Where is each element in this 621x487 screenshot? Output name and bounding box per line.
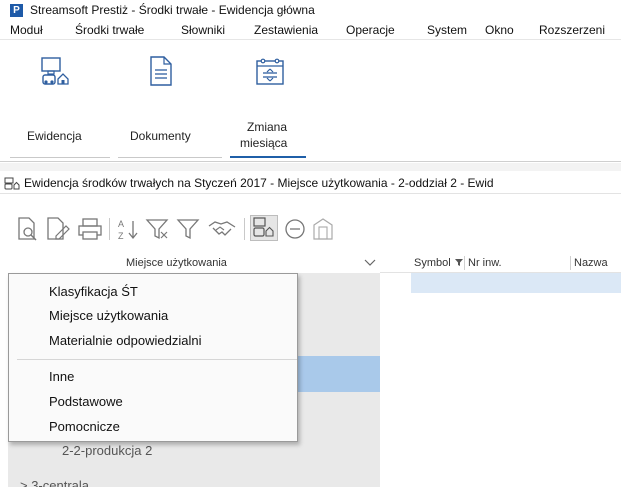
print-icon[interactable] bbox=[77, 217, 103, 241]
column-separator bbox=[464, 256, 465, 270]
title-bar: P Streamsoft Prestiż - Środki trwałe - E… bbox=[0, 0, 621, 20]
app-logo: P bbox=[10, 4, 23, 17]
svg-text:A: A bbox=[118, 219, 124, 229]
toolbar-separator bbox=[244, 218, 245, 240]
document-icon bbox=[150, 56, 172, 86]
ribbon-separator bbox=[10, 157, 110, 158]
asset-location-icon bbox=[41, 57, 69, 85]
filter-icon[interactable] bbox=[176, 217, 200, 241]
left-panel-header-label: Miejsce użytkowania bbox=[126, 257, 227, 269]
menu-item-slowniki[interactable]: Słowniki bbox=[181, 23, 225, 37]
ribbon-active-indicator bbox=[230, 156, 306, 158]
menu-item-miejsce-uzytkowania[interactable]: Miejsce użytkowania bbox=[49, 308, 168, 323]
separator-band bbox=[0, 163, 621, 171]
calendar-change-icon bbox=[256, 58, 284, 85]
ribbon-separator bbox=[118, 157, 222, 158]
ribbon-label-dokumenty: Dokumenty bbox=[130, 129, 191, 143]
asset-location-icon bbox=[4, 177, 20, 190]
tree-item[interactable]: > 3-centrala bbox=[20, 478, 89, 487]
menu-item-system[interactable]: System bbox=[427, 23, 467, 37]
menu-item-pomocnicze[interactable]: Pomocnicze bbox=[49, 419, 120, 434]
column-separator bbox=[570, 256, 571, 270]
menu-item-zestawienia[interactable]: Zestawienia bbox=[254, 23, 318, 37]
ribbon-label-zmiana: Zmiana bbox=[247, 120, 288, 134]
menu-item-modul[interactable]: Moduł bbox=[10, 23, 43, 37]
grid-header: Symbol Nr inw. Nazwa bbox=[380, 253, 621, 273]
toolbar-separator bbox=[109, 218, 110, 240]
window-title: Streamsoft Prestiż - Środki trwałe - Ewi… bbox=[30, 3, 315, 17]
document-tab-title: Ewidencja środków trwałych na Styczeń 20… bbox=[24, 176, 494, 190]
ribbon: Ewidencja Dokumenty Zmiana miesiąca bbox=[0, 40, 621, 162]
ribbon-label-miesiaca: miesiąca bbox=[240, 136, 288, 150]
menu-item-inne[interactable]: Inne bbox=[49, 369, 74, 384]
menu-item-materialnie-odpowiedzialni[interactable]: Materialnie odpowiedzialni bbox=[49, 333, 201, 348]
context-menu: Klasyfikacja ŚT Miejsce użytkowania Mate… bbox=[8, 273, 298, 442]
menu-item-rozszerzenia[interactable]: Rozszerzeni bbox=[539, 23, 605, 37]
tree-item[interactable]: 2-2-produkcja 2 bbox=[62, 443, 152, 458]
menu-item-operacje[interactable]: Operacje bbox=[346, 23, 395, 37]
table-row[interactable] bbox=[411, 273, 621, 293]
column-header-nazwa[interactable]: Nazwa bbox=[574, 257, 608, 269]
sort-az-icon[interactable]: A Z bbox=[116, 217, 140, 241]
left-panel-header[interactable]: Miejsce użytkowania bbox=[8, 253, 380, 273]
ribbon-label-ewidencja: Ewidencja bbox=[27, 129, 82, 143]
preview-icon[interactable] bbox=[17, 217, 39, 241]
document-tab[interactable]: Ewidencja środków trwałych na Styczeń 20… bbox=[0, 172, 621, 194]
filter-clear-icon[interactable] bbox=[145, 217, 171, 241]
menu-item-okno[interactable]: Okno bbox=[485, 23, 514, 37]
svg-text:Z: Z bbox=[118, 231, 124, 241]
menu-item-podstawowe[interactable]: Podstawowe bbox=[49, 394, 123, 409]
asset-location-icon[interactable] bbox=[250, 215, 278, 241]
menu-bar: Moduł Środki trwałe Słowniki Zestawienia… bbox=[0, 20, 621, 40]
minus-circle-icon[interactable] bbox=[283, 217, 307, 241]
menu-separator bbox=[17, 359, 297, 360]
handshake-icon[interactable] bbox=[207, 217, 237, 241]
menu-item-srodki-trwale[interactable]: Środki trwałe bbox=[75, 23, 144, 37]
column-header-symbol[interactable]: Symbol bbox=[414, 257, 451, 269]
filter-icon[interactable] bbox=[455, 258, 463, 266]
building-icon[interactable] bbox=[311, 217, 335, 241]
menu-item-klasyfikacja[interactable]: Klasyfikacja ŚT bbox=[49, 284, 138, 299]
edit-document-icon[interactable] bbox=[46, 217, 70, 241]
column-header-nr-inw[interactable]: Nr inw. bbox=[468, 257, 502, 269]
chevron-down-icon[interactable] bbox=[363, 256, 377, 268]
